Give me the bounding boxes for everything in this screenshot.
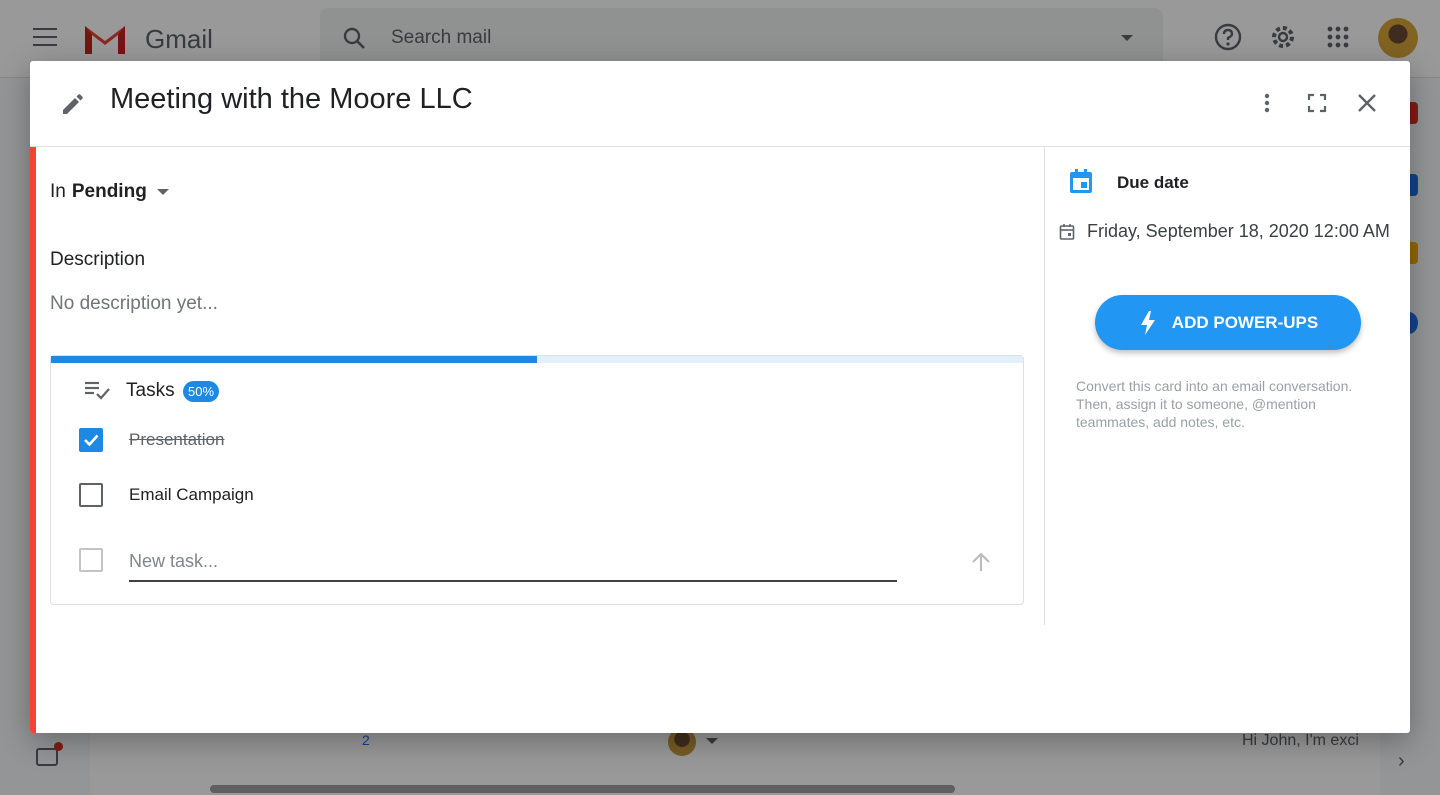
description-label: Description bbox=[50, 249, 146, 270]
new-task-row bbox=[79, 542, 979, 582]
check-icon bbox=[84, 434, 99, 447]
task-checkbox[interactable] bbox=[79, 483, 103, 507]
card-title[interactable]: Meeting with the Moore LLC bbox=[110, 83, 473, 116]
fullscreen-icon[interactable] bbox=[1305, 91, 1329, 115]
tasks-progress-badge: 50% bbox=[183, 381, 220, 402]
new-task-checkbox bbox=[79, 548, 103, 572]
power-ups-description: Convert this card into an email conversa… bbox=[1076, 378, 1353, 430]
status-value: Pending bbox=[71, 181, 147, 202]
due-date-value[interactable]: Friday, September 18, 2020 12:00 AM bbox=[1087, 221, 1390, 242]
status-prefix: In bbox=[50, 181, 66, 202]
task-checkbox-checked[interactable] bbox=[79, 428, 103, 452]
calendar-small-icon bbox=[1059, 224, 1075, 240]
bolt-icon bbox=[1140, 310, 1155, 335]
tasks-label: Tasks bbox=[126, 380, 175, 401]
task-text[interactable]: Presentation bbox=[129, 430, 224, 450]
card-sidebar: Due date Friday, September 18, 2020 12:0… bbox=[1044, 147, 1410, 625]
tasks-progress-bar bbox=[51, 356, 1023, 363]
tasks-progress-fill bbox=[51, 356, 537, 363]
new-task-input[interactable] bbox=[129, 542, 897, 582]
status-dropdown[interactable]: In Pending bbox=[50, 181, 169, 203]
card-modal: Meeting with the Moore LLC In Pending De… bbox=[30, 61, 1410, 733]
task-item: Email Campaign bbox=[79, 481, 979, 511]
more-vert-icon[interactable] bbox=[1255, 91, 1279, 115]
send-arrow-icon[interactable] bbox=[969, 550, 993, 574]
task-text[interactable]: Email Campaign bbox=[129, 485, 254, 505]
due-date-label: Due date bbox=[1117, 173, 1189, 192]
modal-header: Meeting with the Moore LLC bbox=[30, 61, 1410, 147]
task-item: Presentation bbox=[79, 426, 979, 456]
close-icon[interactable] bbox=[1355, 91, 1379, 115]
card-main-pane: In Pending Description No description ye… bbox=[36, 147, 1044, 733]
tasks-icon bbox=[85, 381, 110, 400]
chevron-down-icon bbox=[156, 189, 169, 195]
tasks-panel: Tasks 50% Presentation Email Campaign bbox=[50, 355, 1024, 605]
pencil-icon[interactable] bbox=[60, 91, 86, 117]
description-field[interactable]: No description yet... bbox=[50, 293, 218, 315]
add-power-ups-button[interactable]: ADD POWER-UPS bbox=[1095, 295, 1361, 350]
calendar-icon bbox=[1070, 169, 1092, 193]
add-power-ups-label: ADD POWER-UPS bbox=[1171, 312, 1319, 332]
